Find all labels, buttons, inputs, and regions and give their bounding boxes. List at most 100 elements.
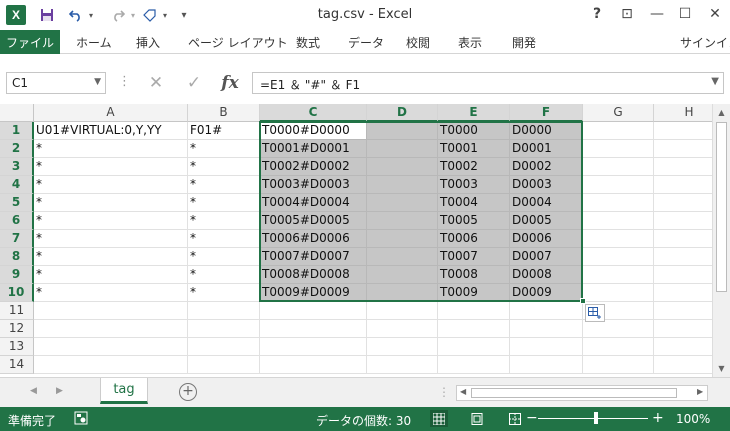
cell-c10[interactable]: T0009#D0009	[260, 284, 367, 302]
cell-e1[interactable]: T0000	[438, 122, 510, 140]
cell-a10[interactable]: *	[34, 284, 188, 302]
cell-c4[interactable]: T0003#D0003	[260, 176, 367, 194]
cell-g13[interactable]	[583, 338, 654, 356]
cell-f1[interactable]: D0000	[510, 122, 583, 140]
cell-c14[interactable]	[260, 356, 367, 374]
page-break-view-icon[interactable]	[506, 410, 524, 427]
cell-d10[interactable]	[367, 284, 438, 302]
cell-b6[interactable]: *	[188, 212, 260, 230]
row-header-5[interactable]: 5	[0, 194, 34, 212]
cell-e2[interactable]: T0001	[438, 140, 510, 158]
cell-d5[interactable]	[367, 194, 438, 212]
cell-d8[interactable]	[367, 248, 438, 266]
cell-g1[interactable]	[583, 122, 654, 140]
next-sheet-icon[interactable]: ▶	[56, 386, 63, 396]
row-header-12[interactable]: 12	[0, 320, 34, 338]
cell-g6[interactable]	[583, 212, 654, 230]
scroll-down-icon[interactable]: ▼	[713, 360, 730, 376]
row-header-9[interactable]: 9	[0, 266, 34, 284]
cell-b10[interactable]: *	[188, 284, 260, 302]
cell-d14[interactable]	[367, 356, 438, 374]
cell-e13[interactable]	[438, 338, 510, 356]
tab-review[interactable]: 校閲	[406, 34, 430, 51]
ribbon-display-button[interactable]: ⊡	[616, 4, 638, 24]
horizontal-scroll-thumb[interactable]	[471, 388, 677, 398]
help-button[interactable]: ?	[586, 4, 608, 24]
cell-c1[interactable]: T0000#D0000	[260, 122, 367, 140]
quick-analysis-icon[interactable]	[585, 304, 605, 322]
worksheet-grid[interactable]: A B C D E F G H 1 U01#VIRTUAL:0,Y,YY F01# T0000#D00…	[0, 104, 712, 377]
cell-f6[interactable]: D0005	[510, 212, 583, 230]
cell-g3[interactable]	[583, 158, 654, 176]
row-header-6[interactable]: 6	[0, 212, 34, 230]
cell-f11[interactable]	[510, 302, 583, 320]
cell-h13[interactable]	[654, 338, 712, 356]
tab-insert[interactable]: 挿入	[136, 34, 160, 51]
cell-h6[interactable]	[654, 212, 712, 230]
cell-e7[interactable]: T0006	[438, 230, 510, 248]
tab-file[interactable]: ファイル	[0, 30, 60, 54]
cell-a6[interactable]: *	[34, 212, 188, 230]
cell-b1[interactable]: F01#	[188, 122, 260, 140]
cell-h9[interactable]	[654, 266, 712, 284]
row-header-7[interactable]: 7	[0, 230, 34, 248]
sign-in-link[interactable]: サインイン	[680, 34, 730, 51]
row-header-11[interactable]: 11	[0, 302, 34, 320]
cell-c2[interactable]: T0001#D0001	[260, 140, 367, 158]
cell-a1[interactable]: U01#VIRTUAL:0,Y,YY	[34, 122, 188, 140]
cell-f8[interactable]: D0007	[510, 248, 583, 266]
cell-b2[interactable]: *	[188, 140, 260, 158]
cell-d7[interactable]	[367, 230, 438, 248]
cell-f5[interactable]: D0004	[510, 194, 583, 212]
cell-c7[interactable]: T0006#D0006	[260, 230, 367, 248]
tab-page-layout[interactable]: ページ レイアウト	[188, 34, 288, 51]
cell-h12[interactable]	[654, 320, 712, 338]
add-sheet-icon[interactable]: +	[179, 383, 197, 401]
row-header-3[interactable]: 3	[0, 158, 34, 176]
cell-b7[interactable]: *	[188, 230, 260, 248]
row-header-14[interactable]: 14	[0, 356, 34, 374]
zoom-slider-thumb[interactable]	[594, 412, 598, 424]
close-button[interactable]: ✕	[704, 4, 726, 24]
cell-f13[interactable]	[510, 338, 583, 356]
cell-h2[interactable]	[654, 140, 712, 158]
cell-a8[interactable]: *	[34, 248, 188, 266]
cell-e4[interactable]: T0003	[438, 176, 510, 194]
cell-c12[interactable]	[260, 320, 367, 338]
horizontal-scrollbar[interactable]: ◀ ▶	[456, 385, 708, 401]
cell-c11[interactable]	[260, 302, 367, 320]
prev-sheet-icon[interactable]: ◀	[30, 386, 37, 396]
maximize-button[interactable]: ☐	[674, 4, 696, 24]
cell-g10[interactable]	[583, 284, 654, 302]
enter-icon[interactable]: ✓	[182, 72, 206, 94]
row-header-1[interactable]: 1	[0, 122, 34, 140]
cell-g5[interactable]	[583, 194, 654, 212]
cell-b8[interactable]: *	[188, 248, 260, 266]
cell-e12[interactable]	[438, 320, 510, 338]
page-layout-view-icon[interactable]	[468, 410, 486, 427]
formula-input[interactable]: =E1 ＆ "#" ＆ F1 ▼	[252, 72, 724, 94]
sheet-tab-tag[interactable]: tag	[100, 378, 148, 404]
cell-d3[interactable]	[367, 158, 438, 176]
vertical-scrollbar[interactable]: ▲ ▼	[712, 104, 730, 377]
column-header-d[interactable]: D	[367, 104, 438, 122]
column-header-c[interactable]: C	[260, 104, 367, 122]
zoom-in-button[interactable]: +	[652, 410, 664, 426]
cell-b12[interactable]	[188, 320, 260, 338]
row-header-2[interactable]: 2	[0, 140, 34, 158]
zoom-slider-track[interactable]	[538, 418, 648, 419]
cell-c5[interactable]: T0004#D0004	[260, 194, 367, 212]
cell-c13[interactable]	[260, 338, 367, 356]
cell-g12[interactable]	[583, 320, 654, 338]
cell-e11[interactable]	[438, 302, 510, 320]
cell-c8[interactable]: T0007#D0007	[260, 248, 367, 266]
cell-d12[interactable]	[367, 320, 438, 338]
cell-f2[interactable]: D0001	[510, 140, 583, 158]
tab-split-grip[interactable]: ⋮	[438, 385, 450, 399]
cell-f12[interactable]	[510, 320, 583, 338]
cell-h8[interactable]	[654, 248, 712, 266]
cell-b3[interactable]: *	[188, 158, 260, 176]
cancel-icon[interactable]: ✕	[144, 72, 168, 94]
cell-a4[interactable]: *	[34, 176, 188, 194]
cell-c3[interactable]: T0002#D0002	[260, 158, 367, 176]
